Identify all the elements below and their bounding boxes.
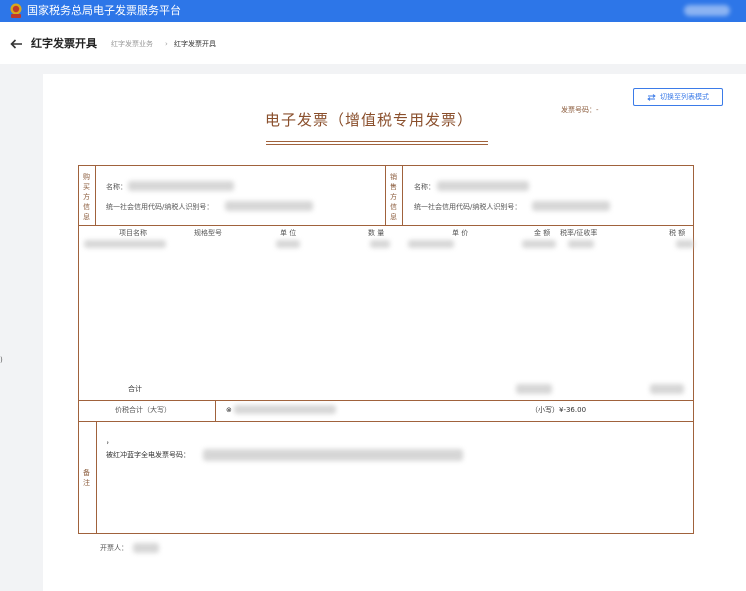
item-name <box>84 240 166 248</box>
column-header-tax: 税 额 <box>669 229 686 237</box>
seller-taxid-label: 统一社会信用代码/纳税人识别号： <box>414 203 522 211</box>
divider <box>385 165 386 225</box>
column-header-unit: 单 位 <box>280 229 297 237</box>
divider <box>96 421 97 534</box>
seller-name-label: 名称： <box>414 183 435 191</box>
item-amount <box>522 240 556 248</box>
grand-total-symbol: ⊗ <box>226 406 232 414</box>
column-header-qty: 数 量 <box>368 229 385 237</box>
grand-total-small: （小写）¥-36.00 <box>531 406 587 414</box>
buyer-taxid-label: 统一社会信用代码/纳税人识别号： <box>106 203 214 211</box>
item-qty <box>370 240 390 248</box>
item-tax-rate <box>568 240 594 248</box>
back-arrow-icon[interactable] <box>10 39 23 49</box>
divider <box>78 421 694 422</box>
divider <box>78 225 694 226</box>
invoice-number: 发票号码：- <box>561 106 599 114</box>
remarks-mark: ， <box>106 437 113 445</box>
switch-to-list-mode-button[interactable]: 切换至列表模式 <box>633 88 723 106</box>
total-amount <box>516 384 552 394</box>
tax-emblem-icon <box>10 3 22 18</box>
breadcrumb-item-red-invoice-business[interactable]: 红字发票业务 <box>111 40 153 49</box>
remarks-text-label: 被红冲蓝字全电发票号码： <box>106 451 190 459</box>
divider <box>215 400 216 421</box>
swap-arrows-icon <box>647 93 656 101</box>
seller-name-value <box>437 181 529 191</box>
item-price <box>408 240 454 248</box>
total-label: 合计 <box>128 385 142 393</box>
column-header-item-name: 项目名称 <box>119 229 147 237</box>
page-title: 红字发票开具 <box>31 37 97 50</box>
buyer-name-label: 名称： <box>106 183 127 191</box>
item-unit <box>276 240 300 248</box>
title-underline <box>266 141 488 142</box>
drawer-value <box>133 543 159 553</box>
divider <box>402 165 403 225</box>
title-underline <box>266 144 488 145</box>
user-name[interactable] <box>684 5 730 16</box>
item-tax <box>676 240 694 248</box>
seller-section-label: 销售方信息 <box>390 173 397 221</box>
buyer-taxid-value <box>225 201 313 211</box>
sub-header: 红字发票开具 红字发票业务 › 红字发票开具 <box>0 22 746 64</box>
remarks-value <box>203 449 463 461</box>
column-header-price: 单 价 <box>452 229 469 237</box>
remarks-section-label: 备注 <box>83 469 90 487</box>
column-header-tax-rate: 税率/征收率 <box>560 229 598 237</box>
breadcrumb-separator: › <box>165 40 168 48</box>
drawer-label: 开票人： <box>100 544 128 552</box>
invoice-title: 电子发票（增值税专用发票） <box>265 111 474 129</box>
breadcrumb-item-current: 红字发票开具 <box>174 40 216 48</box>
buyer-section-label: 购买方信息 <box>83 173 90 221</box>
divider <box>95 165 96 225</box>
switch-label: 切换至列表模式 <box>660 92 709 101</box>
invoice-frame <box>78 165 694 534</box>
total-tax <box>650 384 684 394</box>
grand-total-label: 价税合计（大写） <box>115 406 171 414</box>
top-bar: 国家税务总局电子发票服务平台 <box>0 0 746 22</box>
column-header-amount: 金 额 <box>534 229 551 237</box>
platform-title: 国家税务总局电子发票服务平台 <box>27 4 181 17</box>
divider <box>78 400 694 401</box>
seller-taxid-value <box>532 201 610 211</box>
column-header-spec: 规格型号 <box>194 229 222 237</box>
grand-total-words <box>234 405 336 414</box>
buyer-name-value <box>128 181 234 191</box>
side-mark: ) <box>0 356 3 364</box>
